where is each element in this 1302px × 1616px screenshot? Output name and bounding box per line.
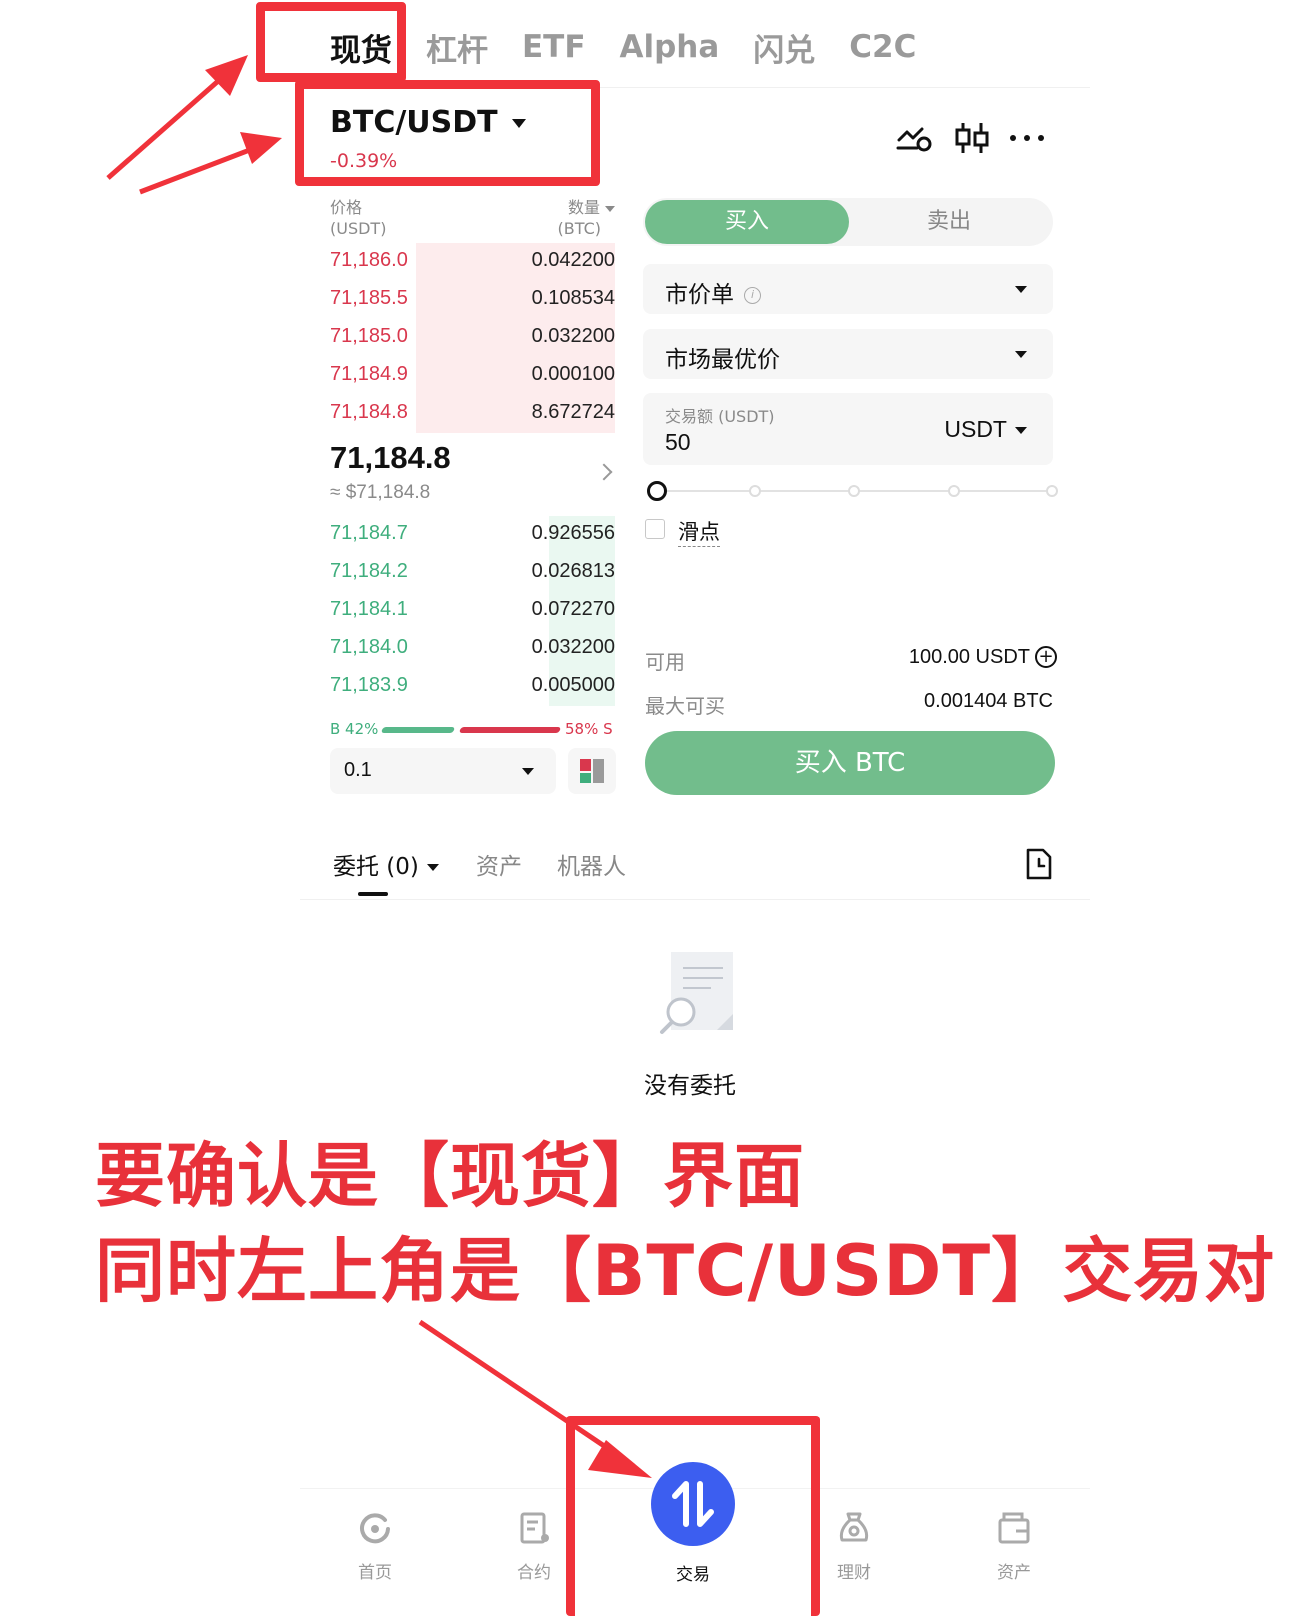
- arrow-to-pair-icon: [240, 132, 282, 164]
- annotation-arrows: [106, 55, 652, 1478]
- arrow-to-trade-icon: [588, 1440, 652, 1478]
